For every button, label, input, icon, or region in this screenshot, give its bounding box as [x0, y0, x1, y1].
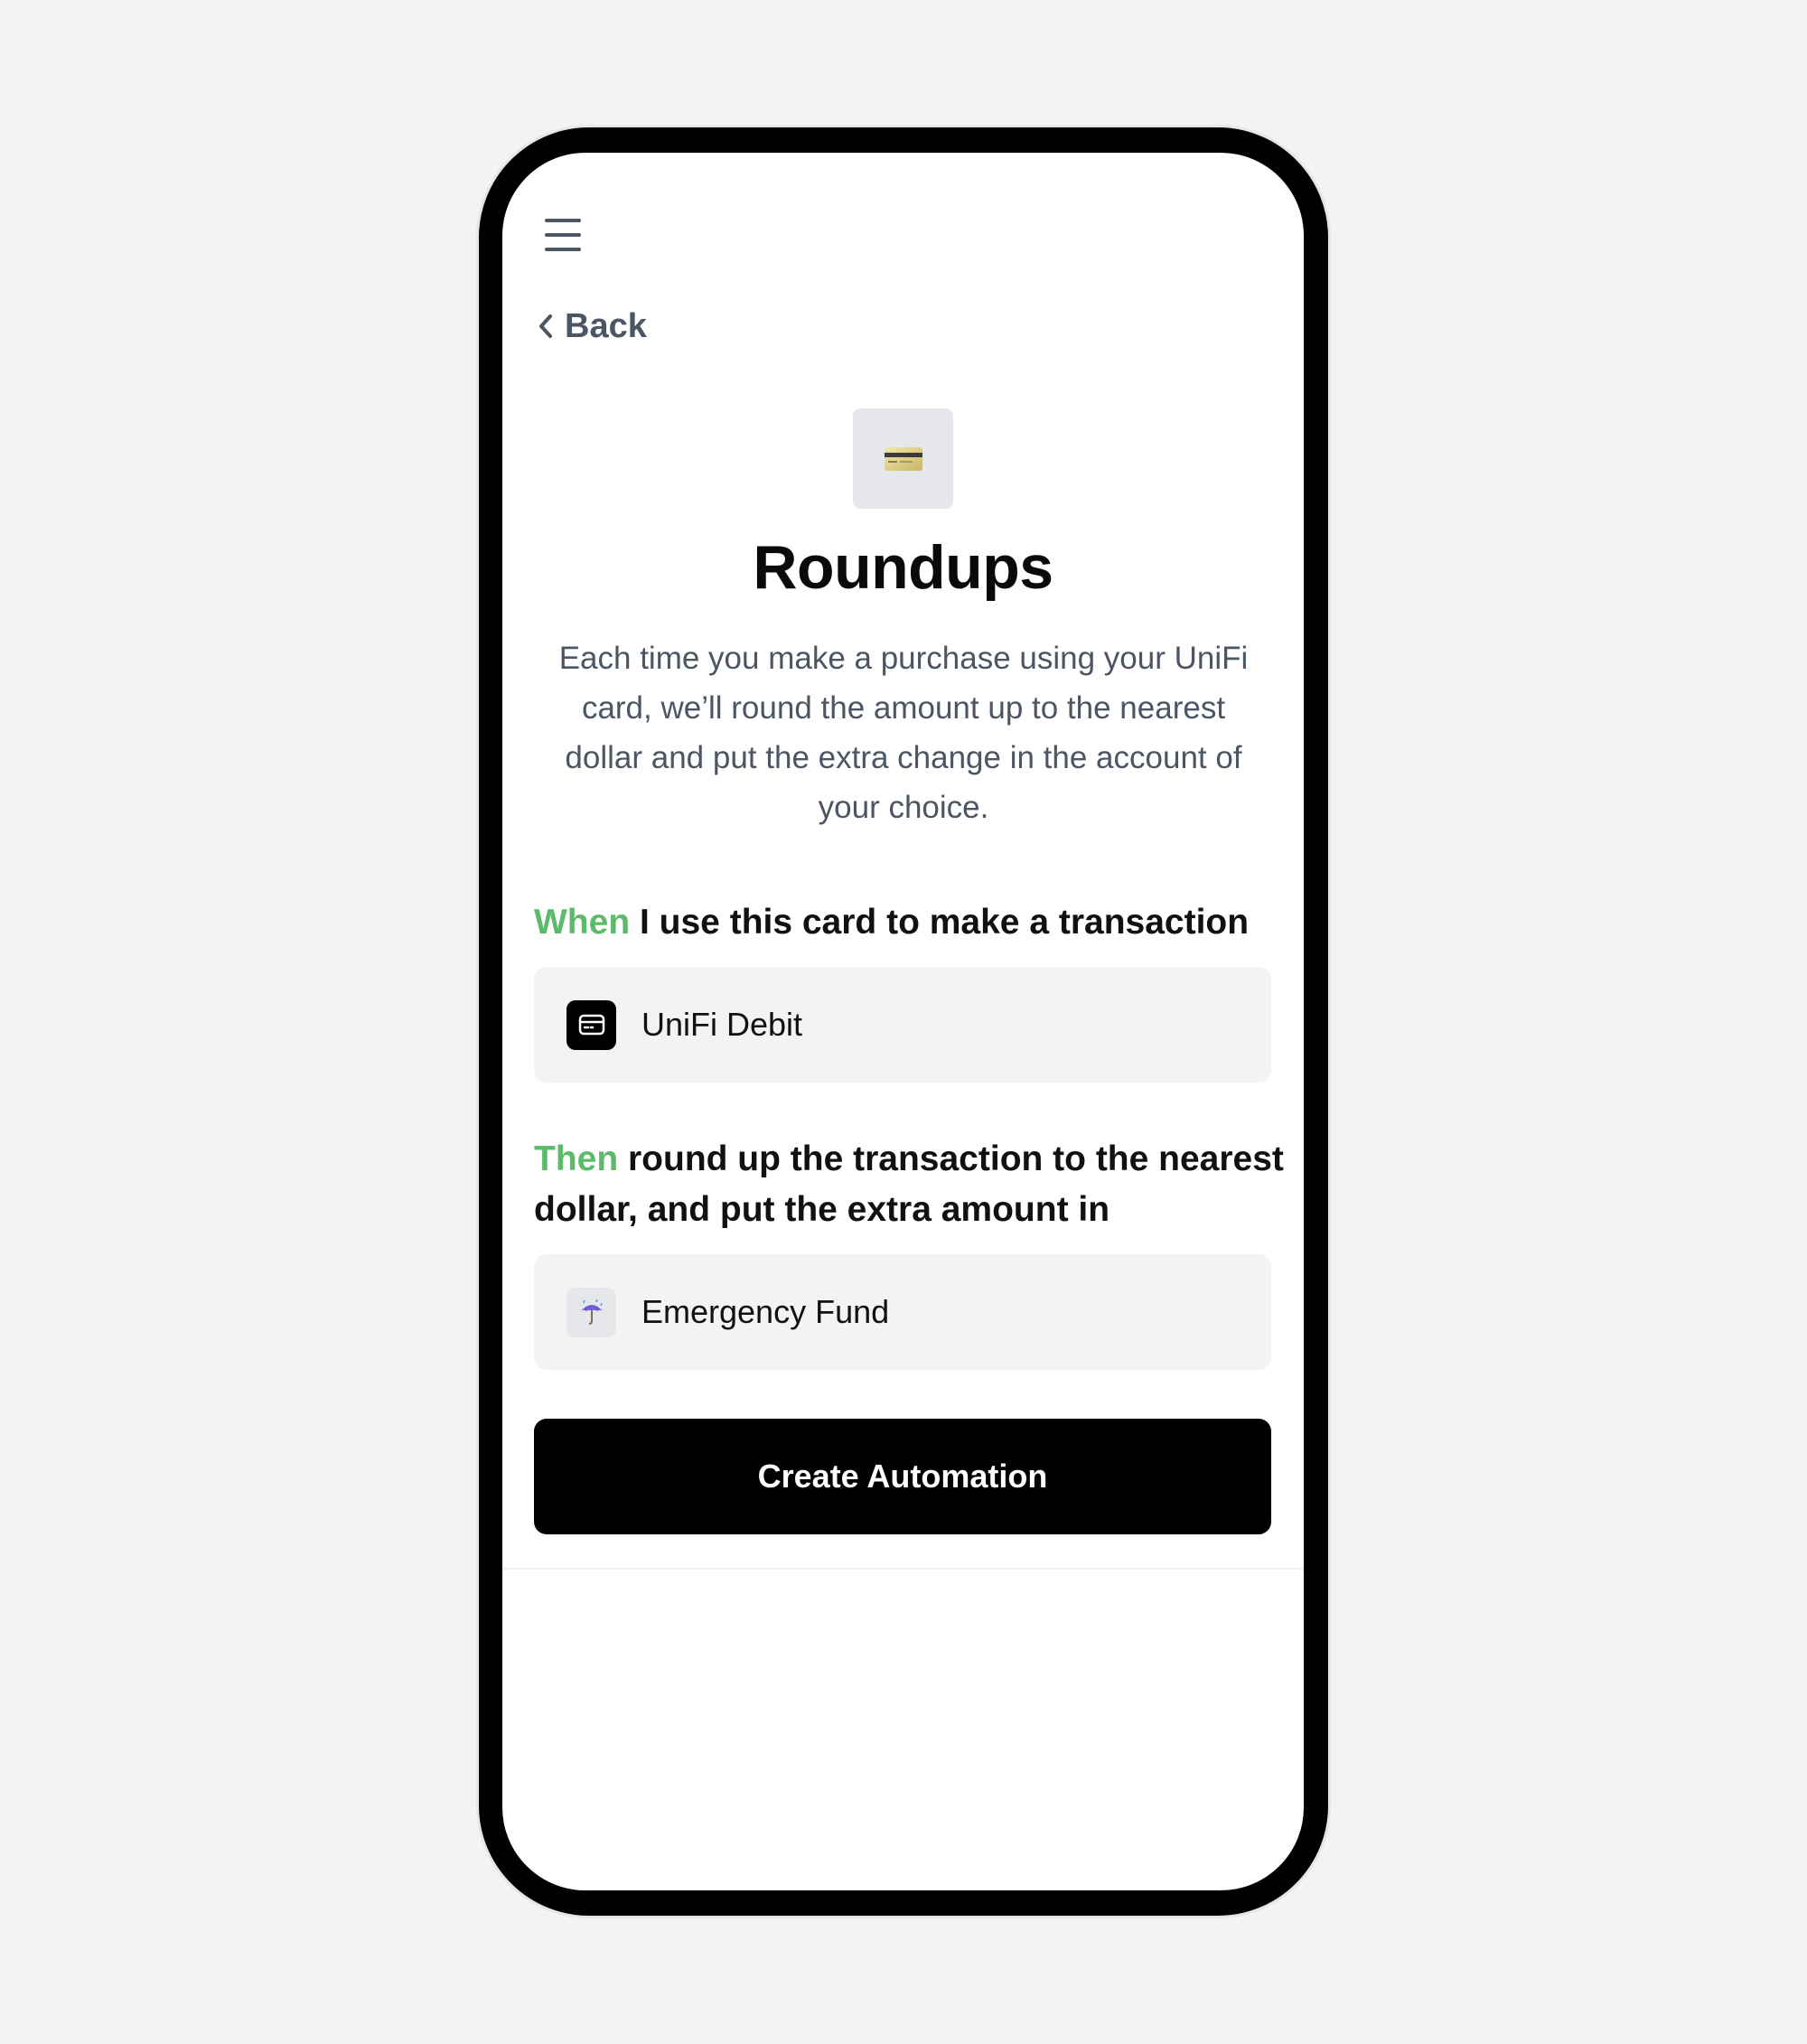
- card-select[interactable]: UniFi Debit: [534, 967, 1271, 1083]
- then-rule-text: round up the transaction to the nearest …: [534, 1139, 1284, 1229]
- page-description: Each time you make a purchase using your…: [558, 641, 1249, 825]
- back-label: Back: [565, 306, 647, 345]
- when-rule-heading: When I use this card to make a transacti…: [534, 897, 1284, 948]
- card-select-label: UniFi Debit: [641, 1006, 803, 1043]
- then-keyword: Then: [534, 1139, 619, 1178]
- then-rule-heading: Then round up the transaction to the nea…: [534, 1134, 1284, 1235]
- account-select-label: Emergency Fund: [641, 1293, 890, 1330]
- when-keyword: When: [534, 903, 631, 942]
- page-title: Roundups: [753, 533, 1053, 602]
- create-automation-button[interactable]: Create Automation: [534, 1419, 1271, 1534]
- card-icon: [566, 999, 616, 1050]
- back-button[interactable]: Back: [532, 304, 647, 349]
- credit-card-icon: [853, 408, 953, 509]
- chevron-left-icon: [532, 313, 559, 340]
- hamburger-menu-icon[interactable]: [545, 219, 581, 251]
- account-select[interactable]: Emergency Fund: [534, 1254, 1271, 1370]
- phone-screen: Back Roundups Each time you make a purch…: [502, 153, 1304, 1890]
- divider: [502, 1568, 1304, 1570]
- when-rule-text: I use this card to make a transaction: [630, 903, 1250, 942]
- umbrella-icon: [566, 1287, 616, 1337]
